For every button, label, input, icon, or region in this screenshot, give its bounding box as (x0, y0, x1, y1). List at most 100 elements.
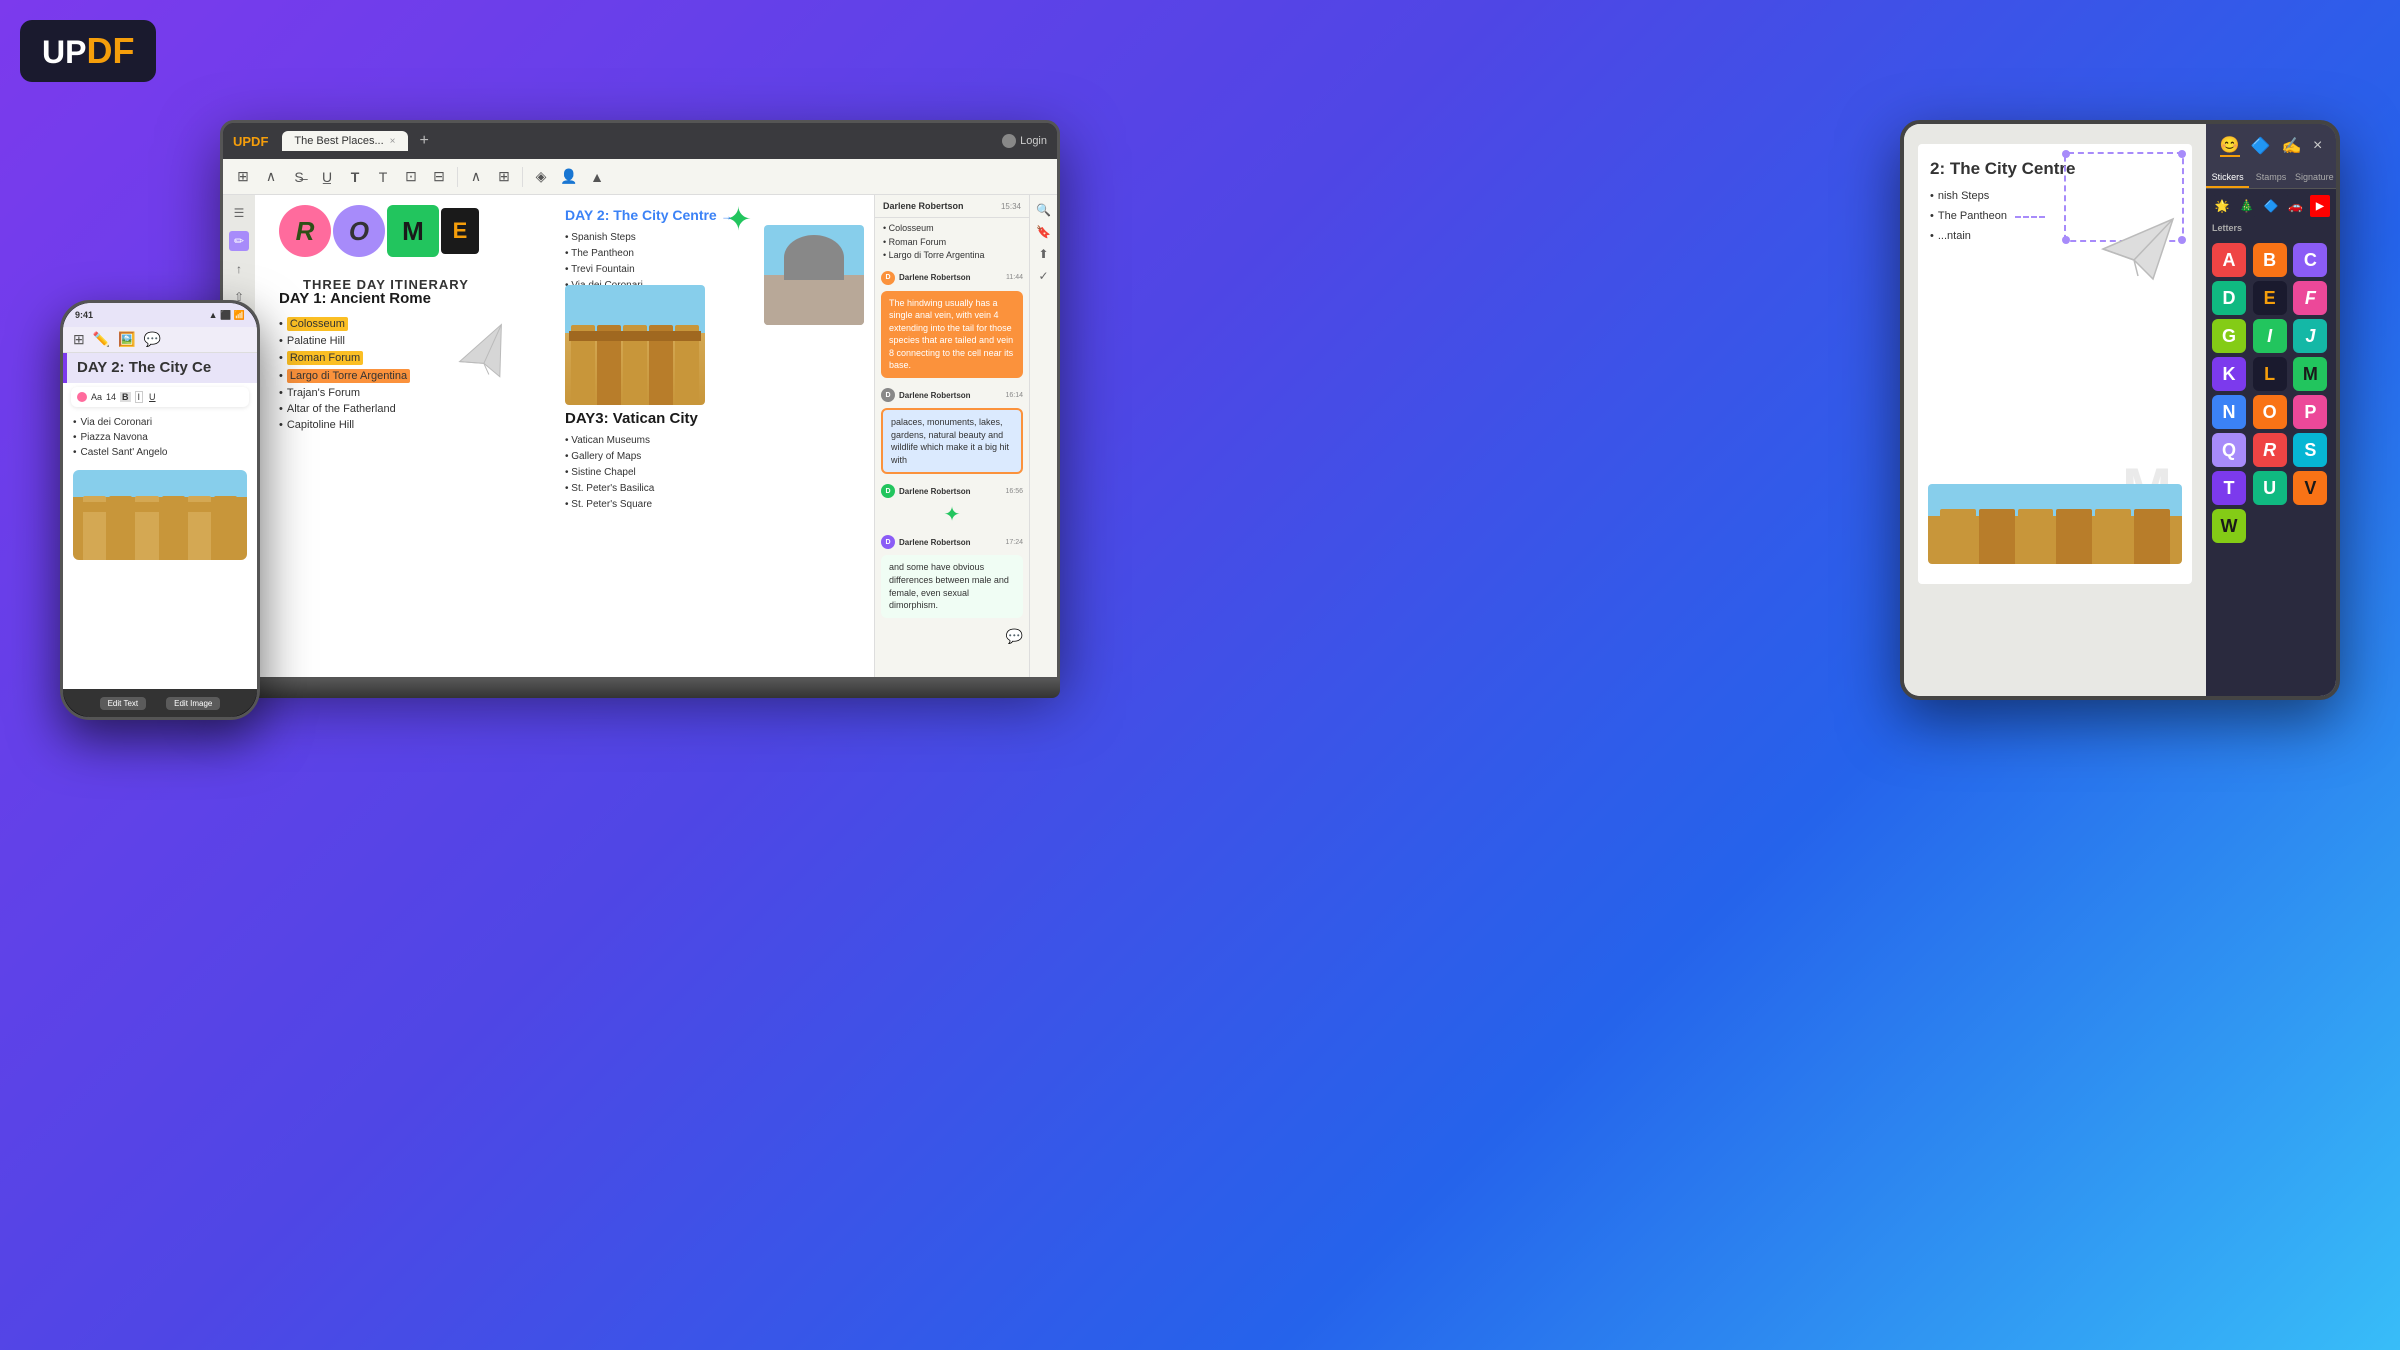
sticker-letter-p[interactable]: P (2293, 395, 2327, 429)
check-icon[interactable]: ✓ (1038, 269, 1048, 283)
new-tab-button[interactable]: + (414, 132, 435, 150)
tab-close-button[interactable]: × (390, 136, 396, 147)
sticker-letter-m[interactable]: M (2293, 357, 2327, 391)
sidebar-icon-upload[interactable]: ↑ (229, 259, 249, 279)
toolbar-icon-strikethrough[interactable]: S̶ (287, 165, 311, 189)
tablet-pdf-content: 2: The City Centre nish Steps The Panthe… (1918, 144, 2192, 584)
toolbar-icon-zoom[interactable]: ◈ (529, 165, 553, 189)
sticker-letter-h[interactable]: I (2253, 319, 2287, 353)
tablet-pdf-area: 2: The City Centre nish Steps The Panthe… (1904, 124, 2206, 696)
stickers-letters-grid: A B C D E F G I J K L M N O P Q R (2206, 235, 2336, 551)
sticker-letter-d[interactable]: D (2212, 281, 2246, 315)
dome-image (764, 225, 864, 325)
recent-sticker-1[interactable]: 🌟 (2212, 195, 2232, 217)
phone-toolbar-icon2[interactable]: ✏️ (93, 331, 110, 348)
tablet-device: 2: The City Centre nish Steps The Panthe… (1900, 120, 2340, 700)
edit-text-button[interactable]: Edit Text (100, 697, 147, 710)
comment-5-bubble: and some have obvious differences betwee… (881, 555, 1023, 617)
letters-section-title: Letters (2206, 219, 2336, 235)
recent-sticker-3[interactable]: 🔷 (2261, 195, 2281, 217)
comment-header-3: D Darlene Robertson 16:14 (875, 384, 1029, 402)
sticker-letter-v[interactable]: V (2293, 471, 2327, 505)
sticker-letter-j[interactable]: J (2293, 319, 2327, 353)
share-icon[interactable]: ⬆ (1038, 247, 1048, 261)
sidebar-icon-pen[interactable]: ✏ (229, 231, 249, 251)
sticker-letter-r[interactable]: R (2253, 433, 2287, 467)
recent-sticker-2[interactable]: 🎄 (2236, 195, 2256, 217)
pdf-toolbar: ⊞ ∧ S̶ U̲ T T ⊡ ⊟ ∧ ⊞ ◈ 👤 ▲ (223, 159, 1057, 195)
pdf-tab[interactable]: The Best Places... × (282, 131, 407, 151)
sticker-tool-stamp[interactable]: 🔷 (2251, 136, 2271, 156)
sticker-letter-c[interactable]: C (2293, 243, 2327, 277)
phone-list: Via dei Coronari Piazza Navona Castel Sa… (63, 411, 257, 464)
day1-item-capitoline: Capitoline Hill (279, 417, 559, 433)
sticker-letter-o[interactable]: O (2253, 395, 2287, 429)
sticker-letter-n[interactable]: N (2212, 395, 2246, 429)
toolbar-divider-2 (522, 167, 523, 187)
toolbar-icon-view[interactable]: ⊞ (231, 165, 255, 189)
sticker-letter-q[interactable]: Q (2212, 433, 2246, 467)
sticker-letter-k[interactable]: K (2212, 357, 2246, 391)
phone-toolbar-icon4[interactable]: 💬 (144, 331, 161, 348)
rome-letter-m: M (387, 205, 439, 257)
laptop-updf-logo: UPDF (233, 134, 268, 149)
sticker-tool-close[interactable]: × (2313, 137, 2322, 155)
sticker-letter-e[interactable]: E (2253, 281, 2287, 315)
sticker-letter-f[interactable]: F (2293, 281, 2327, 315)
sticker-letter-w[interactable]: W (2212, 509, 2246, 543)
tablet-building-image (1928, 484, 2182, 564)
sticker-tool-signature[interactable]: ✍ (2282, 136, 2302, 156)
laptop-base (220, 680, 1060, 698)
phone-status-icons: ▲ ⬛ 📶 (209, 310, 245, 321)
right-panel: Darlene Robertson 15:34 • Colosseum • Ro… (874, 195, 1057, 680)
sticker-letter-a[interactable]: A (2212, 243, 2246, 277)
toolbar-icon-list[interactable]: ⊟ (427, 165, 451, 189)
phone-statusbar: 9:41 ▲ ⬛ 📶 (63, 303, 257, 327)
toolbar-icon-user[interactable]: 👤 (557, 165, 581, 189)
laptop-main-area: ☰ ✏ ↑ ⇧ ✓ R O M E THREE DAY ITINERARY (223, 195, 1057, 680)
updf-logo: UPDF (20, 20, 156, 82)
tab-stickers[interactable]: Stickers (2206, 168, 2249, 188)
rome-letter-r: R (279, 205, 331, 257)
sticker-letter-s[interactable]: S (2293, 433, 2327, 467)
logo-text: UPDF (42, 34, 134, 70)
sticker-letter-b[interactable]: B (2253, 243, 2287, 277)
sticker-tool-emoji[interactable]: 😊 (2220, 135, 2240, 157)
day1-heading: DAY 1: Ancient Rome (279, 290, 559, 307)
rome-title: R O M E THREE DAY ITINERARY (279, 205, 479, 257)
toolbar-divider-1 (457, 167, 458, 187)
toolbar-icon-underline[interactable]: U̲ (315, 165, 339, 189)
sticker-letter-l[interactable]: L (2253, 357, 2287, 391)
sticker-letter-t[interactable]: T (2212, 471, 2246, 505)
comment-header-1: Darlene Robertson 15:34 (875, 195, 1029, 218)
sticker-letter-u[interactable]: U (2253, 471, 2287, 505)
phone-toolbar-icon1[interactable]: ⊞ (73, 331, 85, 348)
tab-signature[interactable]: Signature (2293, 168, 2336, 188)
tab-stamps[interactable]: Stamps (2249, 168, 2292, 188)
phone-toolbar-icon3[interactable]: 🖼️ (118, 331, 135, 348)
edit-image-button[interactable]: Edit Image (166, 697, 220, 710)
search-icon[interactable]: 🔍 (1036, 203, 1051, 217)
phone-list-item-1: Via dei Coronari (73, 415, 247, 430)
sticker-letter-g[interactable]: G (2212, 319, 2246, 353)
comment-3-bubble: palaces, monuments, lakes, gardens, natu… (881, 408, 1023, 474)
tab-title: The Best Places... (294, 135, 383, 147)
toolbar-icon-arrow[interactable]: ∧ (464, 165, 488, 189)
pdf-content: R O M E THREE DAY ITINERARY ✦ DAY 2: The… (255, 195, 874, 680)
rome-letter-o: O (333, 205, 385, 257)
recent-sticker-5[interactable]: ▶ (2310, 195, 2330, 217)
toolbar-icon-color[interactable]: ▲ (585, 165, 609, 189)
toolbar-icon-image[interactable]: ⊞ (492, 165, 516, 189)
toolbar-icon-text[interactable]: ∧ (259, 165, 283, 189)
toolbar-icon-box[interactable]: ⊡ (399, 165, 423, 189)
sidebar-icon-menu[interactable]: ☰ (229, 203, 249, 223)
bookmark-icon[interactable]: 🔖 (1036, 225, 1051, 239)
phone-day2-heading: DAY 2: The City Ce (63, 353, 257, 383)
right-icon-strip: 🔍 🔖 ⬆ ✓ (1029, 195, 1057, 680)
reply-icon[interactable]: 💬 (1006, 628, 1023, 645)
login-button[interactable]: Login (1002, 134, 1047, 148)
phone-time: 9:41 (75, 310, 93, 320)
toolbar-icon-textbox[interactable]: T (371, 165, 395, 189)
toolbar-icon-font[interactable]: T (343, 165, 367, 189)
recent-sticker-4[interactable]: 🚗 (2285, 195, 2305, 217)
